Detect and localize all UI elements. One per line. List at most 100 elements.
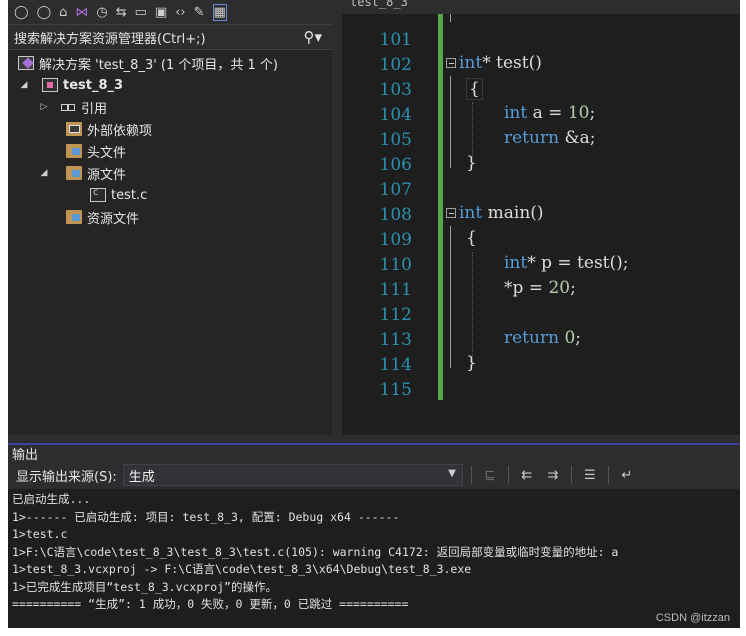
collapse-icon[interactable]: ▭: [135, 5, 147, 20]
tab-test-8-3[interactable]: test_8_3: [350, 0, 408, 9]
line-number: 108: [379, 205, 412, 225]
toolbar-separator: [470, 466, 472, 484]
line-number: 109: [379, 230, 412, 250]
line-number: 112: [379, 305, 412, 325]
prev-message-icon[interactable]: ⇇: [517, 465, 537, 485]
code-line-108: int main(): [446, 203, 544, 223]
output-panel-title: 输出: [8, 443, 740, 463]
clear-all-icon[interactable]: ☰: [580, 465, 600, 485]
tree-item-header-files[interactable]: 头文件: [66, 140, 126, 162]
output-line: 1>test.c: [12, 527, 68, 541]
tree-item-label: 源文件: [87, 167, 127, 183]
next-message-icon[interactable]: ⇉: [543, 465, 563, 485]
output-line: 已启动生成...: [12, 492, 91, 506]
switch-view-icon[interactable]: ▣: [155, 5, 167, 20]
indent-guide: [472, 252, 473, 362]
line-number-gutter: 101 102 103 104 105 106 107 108 109 110 …: [346, 14, 412, 435]
references-icon: [60, 100, 76, 114]
code-area[interactable]: int* test() { int a = 10; return &a; } i…: [446, 14, 740, 435]
line-number: 107: [379, 180, 412, 200]
history-icon[interactable]: ◷: [96, 5, 107, 20]
collapsed-arrow-icon[interactable]: ▷: [38, 102, 50, 112]
code-line-109: {: [466, 228, 477, 248]
tree-item-project[interactable]: ◢ test_8_3: [18, 74, 124, 96]
output-line: ========== “生成”: 1 成功，0 失败，0 更新，0 已跳过 ==…: [12, 597, 409, 611]
solution-explorer-toolbar: ◯ ◯ ⌂ ⋈ ◷ ⇆ ▭ ▣ ‹› ✎ ▦: [8, 0, 332, 24]
tree-item-label: 资源文件: [87, 211, 140, 227]
output-source-value: 生成: [128, 469, 155, 485]
output-line: 1>已完成生成项目“test_8_3.vcxproj”的操作。: [12, 579, 277, 594]
expanded-arrow-icon[interactable]: ◢: [38, 168, 50, 178]
word-wrap-icon[interactable]: ↵: [617, 465, 637, 485]
change-tracking-bar: [438, 14, 443, 400]
tree-item-resource-files[interactable]: 资源文件: [66, 206, 139, 228]
line-number: 110: [379, 255, 412, 275]
sync-icon[interactable]: ⇆: [116, 5, 127, 20]
fold-bracket: [450, 76, 451, 168]
line-number: 101: [379, 30, 412, 50]
search-icon[interactable]: ⚲▾: [303, 28, 322, 46]
solution-explorer: ◯ ◯ ⌂ ⋈ ◷ ⇆ ▭ ▣ ‹› ✎ ▦ 搜索解决方案资源管理器(Ctrl+…: [8, 0, 332, 435]
output-line: 1>------ 已启动生成: 项目: test_8_3, 配置: Debug …: [12, 509, 400, 524]
tree-item-label: 引用: [81, 101, 108, 117]
watermark: CSDN @itzzan: [655, 612, 730, 624]
collapse-toggle-icon[interactable]: [446, 208, 456, 218]
line-number: 102: [379, 55, 412, 75]
forward-icon[interactable]: ◯: [37, 5, 52, 20]
indent-guide: [472, 102, 473, 158]
output-source-select[interactable]: 生成 ▼: [122, 464, 463, 486]
preview-icon[interactable]: ▦: [212, 3, 227, 21]
horizontal-splitter[interactable]: [8, 435, 740, 443]
vertical-splitter[interactable]: [332, 0, 342, 435]
fold-bracket: [450, 14, 451, 22]
back-icon[interactable]: ◯: [14, 5, 29, 20]
code-line-106: }: [466, 153, 477, 173]
line-number: 113: [379, 330, 412, 350]
editor-tab-bar: test_8_3: [342, 0, 740, 14]
collapse-toggle-icon[interactable]: [446, 58, 456, 68]
tree-item-label: 解决方案 'test_8_3' (1 个项目，共 1 个): [39, 57, 279, 73]
toolbar-separator: [607, 466, 609, 484]
chevron-down-icon[interactable]: ▼: [448, 468, 456, 479]
tree-item-label: test_8_3: [63, 77, 124, 93]
output-line: 1>test_8_3.vcxproj -> F:\C语言\code\test_8…: [12, 562, 472, 576]
code-line-103: {: [466, 78, 483, 100]
vs-icon[interactable]: ⋈: [75, 5, 88, 20]
code-editor[interactable]: test_8_3 101 102 103 104 105 106 107 108…: [342, 0, 740, 435]
line-number: 111: [379, 280, 412, 300]
tree-item-label: 外部依赖项: [87, 123, 153, 139]
output-text[interactable]: 已启动生成... 1>------ 已启动生成: 项目: test_8_3, 配…: [8, 489, 740, 614]
line-number: 105: [379, 130, 412, 150]
code-line-104: int a = 10;: [504, 103, 596, 123]
wrench-icon[interactable]: ✎: [194, 5, 205, 20]
tree-item-solution[interactable]: 解决方案 'test_8_3' (1 个项目，共 1 个): [18, 52, 278, 74]
line-number: 104: [379, 105, 412, 125]
code-line-110: int* p = test();: [504, 253, 629, 273]
folder-filter-icon: [66, 166, 82, 180]
home-icon[interactable]: ⌂: [59, 5, 67, 20]
line-number: 103: [379, 80, 412, 100]
output-panel: 输出 显示输出来源(S): 生成 ▼ ⊑ ⇇ ⇉ ☰ ↵ 已启动生成... 1>…: [8, 443, 740, 628]
line-number: 115: [379, 380, 412, 400]
tree-item-label: test.c: [111, 187, 148, 203]
external-deps-icon: [66, 122, 82, 136]
find-message-icon[interactable]: ⊑: [480, 465, 500, 485]
folder-filter-icon: [66, 210, 82, 224]
fold-bracket: [450, 226, 451, 368]
output-source-label: 显示输出来源(S):: [16, 469, 117, 485]
tree-item-external-deps[interactable]: 外部依赖项: [66, 118, 152, 140]
expanded-arrow-icon[interactable]: ◢: [18, 80, 30, 90]
line-number: 114: [379, 355, 412, 375]
tree-item-label: 头文件: [87, 145, 127, 161]
code-line-105: return &a;: [504, 128, 596, 148]
code-icon[interactable]: ‹›: [175, 5, 185, 20]
solution-search-box[interactable]: 搜索解决方案资源管理器(Ctrl+;) ⚲▾: [8, 24, 332, 50]
c-file-icon: [90, 187, 106, 202]
tree-item-test-c[interactable]: test.c: [90, 184, 147, 206]
code-line-111: *p = 20;: [504, 278, 576, 298]
code-line-113: return 0;: [504, 328, 582, 348]
tree-item-source-files[interactable]: ◢ 源文件: [38, 162, 126, 184]
search-input[interactable]: 搜索解决方案资源管理器(Ctrl+;): [14, 28, 206, 47]
toolbar-separator: [570, 466, 572, 484]
tree-item-references[interactable]: ▷ 引用: [38, 96, 107, 118]
